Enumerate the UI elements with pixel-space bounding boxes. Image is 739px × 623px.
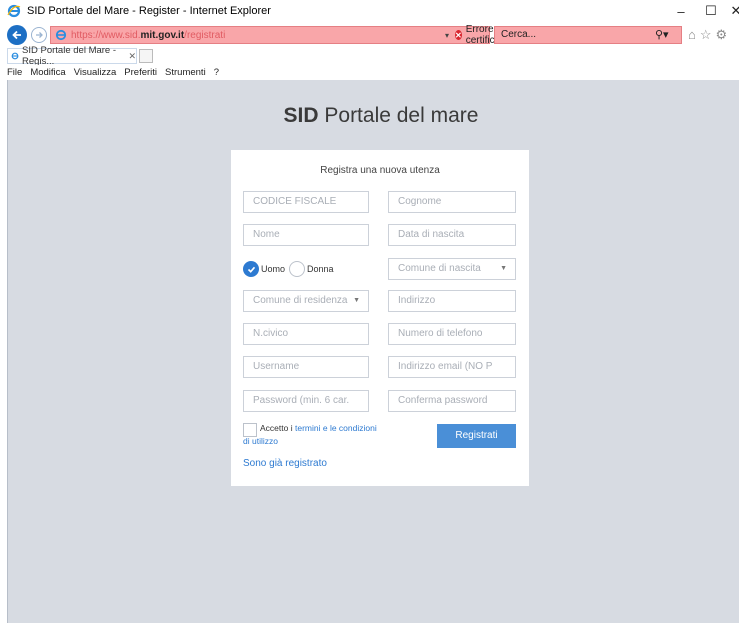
close-tab-icon[interactable]: ✕ xyxy=(128,51,136,62)
minimize-button[interactable]: – xyxy=(666,0,696,22)
telefono-field[interactable]: Numero di telefono xyxy=(388,323,516,345)
menu-file[interactable]: File xyxy=(7,67,22,78)
register-button[interactable]: Registrati xyxy=(437,424,516,448)
indirizzo-field[interactable]: Indirizzo xyxy=(388,290,516,312)
menu-strumenti[interactable]: Strumenti xyxy=(165,67,206,78)
already-registered-link[interactable]: Sono già registrato xyxy=(243,458,327,469)
arrow-left-icon xyxy=(12,30,21,40)
maximize-button[interactable]: ☐ xyxy=(696,0,726,22)
error-icon: ✕ xyxy=(455,30,462,40)
menu-modifica[interactable]: Modifica xyxy=(30,67,65,78)
terms-prefix: Accetto i xyxy=(260,423,293,433)
back-button[interactable] xyxy=(7,25,27,45)
site-favicon-icon xyxy=(55,29,67,41)
search-icon[interactable]: ⚲▾ xyxy=(655,28,669,41)
menu-help[interactable]: ? xyxy=(214,67,219,78)
tab-favicon-icon xyxy=(11,52,19,60)
browser-toolbar: ⌂ ☆ ⚙ xyxy=(688,27,727,43)
new-tab-button[interactable] xyxy=(139,49,153,63)
radio-donna[interactable] xyxy=(289,261,306,277)
page-title: SID Portale del mare xyxy=(283,104,479,127)
browser-tab[interactable]: SID Portale del Mare - Regis... ✕ xyxy=(7,45,137,67)
registration-form: Registra una nuova utenza CODICE FISCALE… xyxy=(231,150,529,486)
window-title: SID Portale del Mare - Register - Intern… xyxy=(27,5,271,17)
search-box[interactable]: Cerca... ⚲▾ xyxy=(494,26,682,44)
address-bar[interactable]: https://www.sid.mit.gov.it/registrati ▾ … xyxy=(50,24,525,46)
search-placeholder: Cerca... xyxy=(501,29,537,40)
comune-residenza-placeholder: Comune di residenza xyxy=(253,295,348,306)
chevron-down-icon: ▼ xyxy=(353,297,360,304)
arrow-right-icon xyxy=(36,32,43,38)
url-text: https://www.sid.mit.gov.it/registrati xyxy=(71,29,226,41)
menu-bar: File Modifica Visualizza Preferiti Strum… xyxy=(0,65,739,79)
nome-field[interactable]: Nome xyxy=(243,224,369,246)
home-icon[interactable]: ⌂ xyxy=(688,27,696,43)
window-titlebar: SID Portale del Mare - Register - Intern… xyxy=(0,0,739,22)
gender-radio-group: Uomo Donna xyxy=(243,260,334,278)
chevron-down-icon: ▼ xyxy=(500,265,507,272)
menu-visualizza[interactable]: Visualizza xyxy=(74,67,117,78)
menu-preferiti[interactable]: Preferiti xyxy=(124,67,157,78)
password-field[interactable]: Password (min. 6 car. xyxy=(243,390,369,412)
civico-field[interactable]: N.civico xyxy=(243,323,369,345)
navigation-bar: https://www.sid.mit.gov.it/registrati ▾ … xyxy=(0,24,739,46)
codice-fiscale-field[interactable]: CODICE FISCALE xyxy=(243,191,369,213)
checkmark-icon xyxy=(247,266,255,273)
gear-icon[interactable]: ⚙ xyxy=(716,27,728,43)
radio-uomo-label: Uomo xyxy=(261,264,286,274)
favorites-star-icon[interactable]: ☆ xyxy=(700,27,712,43)
comune-nascita-select[interactable]: Comune di nascita ▼ xyxy=(388,258,516,280)
comune-residenza-select[interactable]: Comune di residenza ▼ xyxy=(243,290,369,312)
username-field[interactable]: Username xyxy=(243,356,369,378)
close-button[interactable]: ✕ xyxy=(726,0,739,22)
comune-nascita-placeholder: Comune di nascita xyxy=(398,263,481,274)
radio-donna-label: Donna xyxy=(307,264,334,274)
tab-title: SID Portale del Mare - Regis... xyxy=(22,45,117,67)
terms-checkbox[interactable] xyxy=(243,423,257,437)
forward-button[interactable] xyxy=(31,27,47,43)
form-title: Registra una nuova utenza xyxy=(320,165,440,176)
tab-bar: SID Portale del Mare - Regis... ✕ xyxy=(0,45,739,67)
chevron-down-icon: ▾ xyxy=(445,30,450,40)
email-field[interactable]: Indirizzo email (NO P xyxy=(388,356,516,378)
data-nascita-field[interactable]: Data di nascita xyxy=(388,224,516,246)
cognome-field[interactable]: Cognome xyxy=(388,191,516,213)
terms-acceptance: Accetto i termini e le condizioni di util… xyxy=(243,422,383,448)
radio-uomo[interactable] xyxy=(243,261,259,277)
internet-explorer-icon xyxy=(7,4,21,18)
page-viewport: SID Portale del mare Registra una nuova … xyxy=(7,80,739,623)
conferma-password-field[interactable]: Conferma password xyxy=(388,390,516,412)
